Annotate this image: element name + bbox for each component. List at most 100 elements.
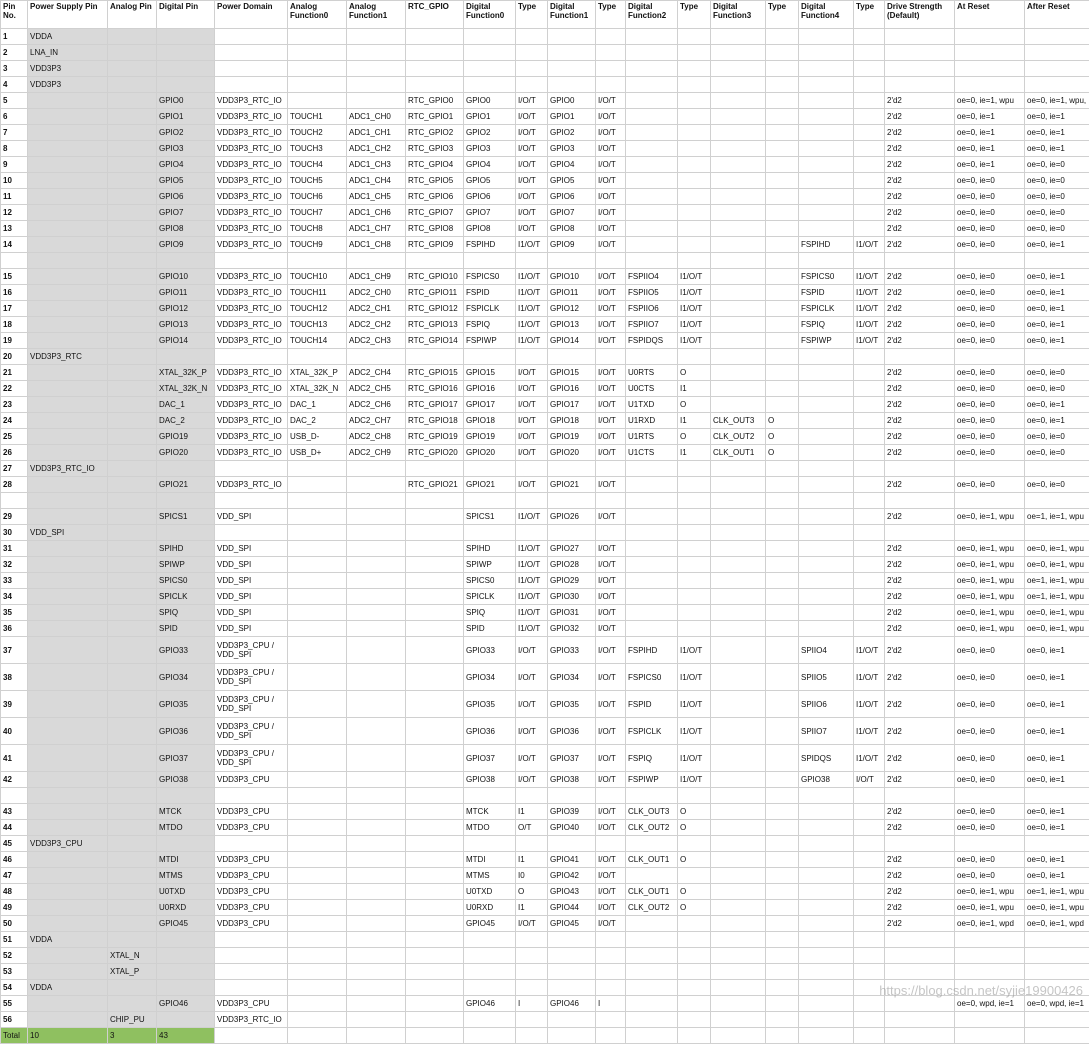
- cell-type3: [766, 397, 799, 413]
- cell-type4: [854, 349, 885, 365]
- cell-digital-function4: [799, 836, 854, 852]
- cell-digital-function4: [799, 884, 854, 900]
- cell-power-domain: [215, 61, 288, 77]
- cell-digital-function3: [711, 173, 766, 189]
- cell-digital-function0: FSPIWP: [464, 333, 516, 349]
- cell-pin-no: 34: [1, 589, 28, 605]
- table-row: 35SPIQVDD_SPISPIQI1/O/TGPIO31I/O/T2'd2oe…: [1, 605, 1089, 621]
- cell-type0: I/O/T: [516, 381, 548, 397]
- cell-digital-function4: SPIIO5: [799, 664, 854, 691]
- cell-at-reset: oe=0, ie=0: [955, 745, 1025, 772]
- cell-digital-function1: GPIO39: [548, 804, 596, 820]
- cell-digital-function2: [626, 109, 678, 125]
- cell-type2: O: [678, 429, 711, 445]
- cell-drive-strength: 2'd2: [885, 205, 955, 221]
- cell-type2: [678, 996, 711, 1012]
- cell-drive-strength: 2'd2: [885, 664, 955, 691]
- cell-type4: [854, 157, 885, 173]
- cell-power-domain: [215, 932, 288, 948]
- cell-digital-function4: [799, 189, 854, 205]
- cell-type0: O/T: [516, 820, 548, 836]
- cell-analog-pin: [108, 932, 157, 948]
- cell-digital-pin: GPIO1: [157, 109, 215, 125]
- cell-digital-function3: [711, 573, 766, 589]
- cell-drive-strength: [885, 349, 955, 365]
- cell-power-supply-pin: [28, 788, 108, 804]
- cell-drive-strength: 2'd2: [885, 900, 955, 916]
- cell-digital-function4: [799, 61, 854, 77]
- cell-pin-no: 22: [1, 381, 28, 397]
- cell-digital-pin: GPIO38: [157, 772, 215, 788]
- cell-after-reset: oe=0, ie=1: [1025, 125, 1089, 141]
- cell-type2: [678, 45, 711, 61]
- cell-type4: [854, 605, 885, 621]
- cell-pin-no: 49: [1, 900, 28, 916]
- cell-analog-function1: [347, 45, 406, 61]
- cell-digital-function1: GPIO15: [548, 365, 596, 381]
- cell-digital-function4: [799, 413, 854, 429]
- cell-pin-no: 10: [1, 173, 28, 189]
- cell-analog-pin: [108, 461, 157, 477]
- cell-analog-pin: [108, 772, 157, 788]
- cell-rtc-gpio: [406, 605, 464, 621]
- cell-digital-pin: GPIO8: [157, 221, 215, 237]
- cell-rtc-gpio: [406, 852, 464, 868]
- cell-pin-no: 9: [1, 157, 28, 173]
- cell-digital-function2: FSPIIO4: [626, 269, 678, 285]
- cell-after-reset: oe=0, ie=0: [1025, 365, 1089, 381]
- cell-drive-strength: 2'd2: [885, 916, 955, 932]
- cell-digital-function3: [711, 125, 766, 141]
- cell-analog-pin: [108, 916, 157, 932]
- header-power-domain: Power Domain: [215, 1, 288, 29]
- cell-digital-function2: [626, 77, 678, 93]
- cell-digital-function4: [799, 93, 854, 109]
- cell-rtc-gpio: RTC_GPIO9: [406, 237, 464, 253]
- cell-power-domain: VDD3P3_RTC_IO: [215, 221, 288, 237]
- cell-type4: [854, 884, 885, 900]
- cell-power-supply-pin: [28, 573, 108, 589]
- cell-digital-function3: [711, 365, 766, 381]
- cell-type0: [516, 788, 548, 804]
- cell-type1: I/O/T: [596, 301, 626, 317]
- cell-power-domain: [215, 836, 288, 852]
- cell-drive-strength: 2'd2: [885, 301, 955, 317]
- cell-digital-function4: [799, 365, 854, 381]
- cell-power-domain: VDD_SPI: [215, 589, 288, 605]
- cell-rtc-gpio: [406, 691, 464, 718]
- cell-rtc-gpio: [406, 948, 464, 964]
- cell-digital-function1: GPIO33: [548, 637, 596, 664]
- cell-type3: [766, 221, 799, 237]
- cell-type1: I/O/T: [596, 772, 626, 788]
- cell-at-reset: oe=0, ie=1, wpd: [955, 916, 1025, 932]
- cell-analog-function0: USB_D-: [288, 429, 347, 445]
- cell-type4: I1/O/T: [854, 317, 885, 333]
- cell-digital-function2: U1RXD: [626, 413, 678, 429]
- cell-type3: [766, 205, 799, 221]
- cell-digital-function4: GPIO38: [799, 772, 854, 788]
- cell-drive-strength: 2'd2: [885, 333, 955, 349]
- cell-type4: I1/O/T: [854, 269, 885, 285]
- cell-digital-function1: GPIO4: [548, 157, 596, 173]
- cell-power-domain: VDD3P3_RTC_IO: [215, 317, 288, 333]
- cell-type2: [678, 109, 711, 125]
- cell-analog-function0: [288, 509, 347, 525]
- cell-at-reset: oe=0, ie=0: [955, 221, 1025, 237]
- cell-rtc-gpio: RTC_GPIO0: [406, 93, 464, 109]
- cell-type2: [678, 477, 711, 493]
- cell-analog-pin: [108, 980, 157, 996]
- cell-type0: I/O/T: [516, 637, 548, 664]
- cell-digital-function2: FSPIIO5: [626, 285, 678, 301]
- cell-power-domain: VDD3P3_RTC_IO: [215, 333, 288, 349]
- cell-digital-pin: GPIO45: [157, 916, 215, 932]
- cell-type2: [678, 980, 711, 996]
- cell-digital-function0: [464, 525, 516, 541]
- cell-type2: [678, 349, 711, 365]
- cell-digital-pin: MTDO: [157, 820, 215, 836]
- cell-rtc-gpio: RTC_GPIO14: [406, 333, 464, 349]
- cell-analog-function1: ADC1_CH9: [347, 269, 406, 285]
- table-row: 55GPIO46VDD3P3_CPUGPIO46IGPIO46Ioe=0, wp…: [1, 996, 1089, 1012]
- cell-power-supply-pin: VDD_SPI: [28, 525, 108, 541]
- cell-type2: [678, 189, 711, 205]
- cell-type4: [854, 109, 885, 125]
- cell-digital-pin: [157, 253, 215, 269]
